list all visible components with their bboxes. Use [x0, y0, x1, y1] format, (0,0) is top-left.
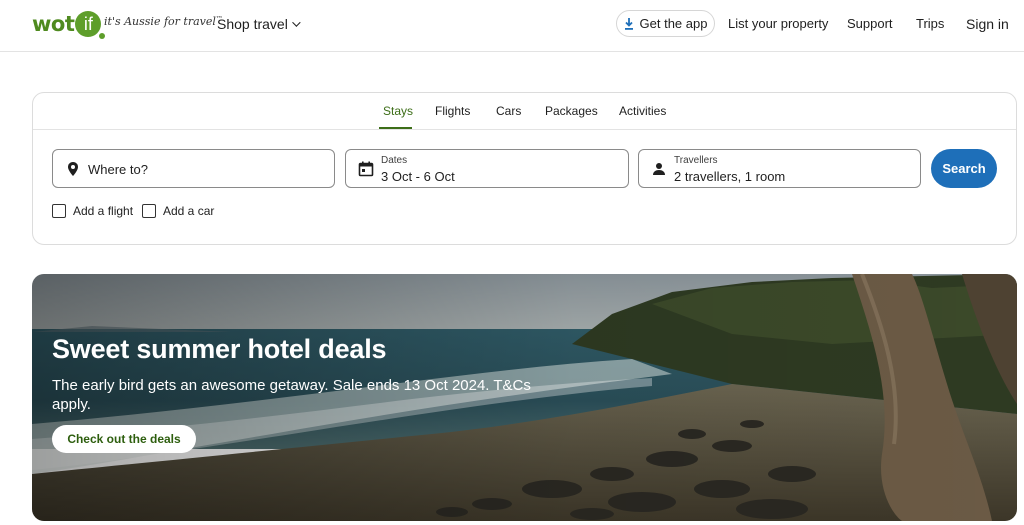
trips-link[interactable]: Trips — [916, 16, 944, 31]
logo-if-text: if — [83, 13, 93, 34]
active-tab-indicator — [379, 127, 412, 129]
tab-packages[interactable]: Packages — [545, 104, 598, 118]
dates-field[interactable]: Dates 3 Oct - 6 Oct — [345, 149, 629, 188]
map-pin-icon — [65, 161, 81, 177]
dates-label: Dates — [381, 155, 408, 166]
add-car-checkbox[interactable] — [142, 204, 156, 218]
tagline-text: it's Aussie for travel — [104, 15, 216, 28]
hero-subtitle: The early bird gets an awesome getaway. … — [52, 377, 531, 413]
search-button[interactable]: Search — [931, 149, 997, 188]
search-tabs: Stays Flights Cars Packages Activities — [33, 93, 1016, 130]
logo-if-badge: if — [75, 11, 106, 39]
sign-in-link[interactable]: Sign in — [966, 16, 1009, 32]
chevron-down-icon — [291, 18, 301, 27]
list-your-property-link[interactable]: List your property — [728, 16, 828, 31]
person-icon — [651, 161, 667, 177]
check-out-deals-button[interactable]: Check out the deals — [52, 425, 196, 453]
tab-flights[interactable]: Flights — [435, 104, 470, 118]
travellers-label: Travellers — [674, 155, 718, 166]
add-car-option[interactable]: Add a car — [142, 204, 214, 218]
search-card: Stays Flights Cars Packages Activities W… — [32, 92, 1017, 245]
travellers-field[interactable]: Travellers 2 travellers, 1 room — [638, 149, 921, 188]
dates-value: 3 Oct - 6 Oct — [381, 169, 455, 184]
get-the-app-button[interactable]: Get the app — [616, 10, 715, 37]
destination-field[interactable]: Where to? — [52, 149, 335, 188]
tab-stays[interactable]: Stays — [383, 104, 413, 118]
travellers-value: 2 travellers, 1 room — [674, 169, 786, 184]
wotif-logo[interactable]: wot if — [32, 8, 106, 40]
shop-travel-label: Shop travel — [217, 16, 288, 32]
logo-text: wot — [32, 12, 75, 36]
site-header: wot if it's Aussie for travel™ Shop trav… — [0, 0, 1024, 52]
tab-cars[interactable]: Cars — [496, 104, 521, 118]
get-the-app-label: Get the app — [639, 16, 708, 31]
add-flight-checkbox[interactable] — [52, 204, 66, 218]
calendar-icon — [358, 161, 374, 177]
hero-banner: Sweet summer hotel deals The early bird … — [32, 274, 1017, 521]
add-car-label: Add a car — [163, 204, 215, 218]
add-flight-label: Add a flight — [73, 204, 134, 218]
destination-placeholder: Where to? — [88, 162, 148, 177]
logo-dot — [99, 33, 106, 39]
tab-activities[interactable]: Activities — [619, 104, 666, 118]
add-flight-option[interactable]: Add a flight — [52, 204, 133, 218]
tagline: it's Aussie for travel™ — [104, 15, 223, 28]
support-link[interactable]: Support — [847, 16, 893, 31]
download-icon — [624, 17, 634, 30]
hero-title: Sweet summer hotel deals — [52, 334, 387, 364]
shop-travel-menu[interactable]: Shop travel — [217, 16, 301, 32]
